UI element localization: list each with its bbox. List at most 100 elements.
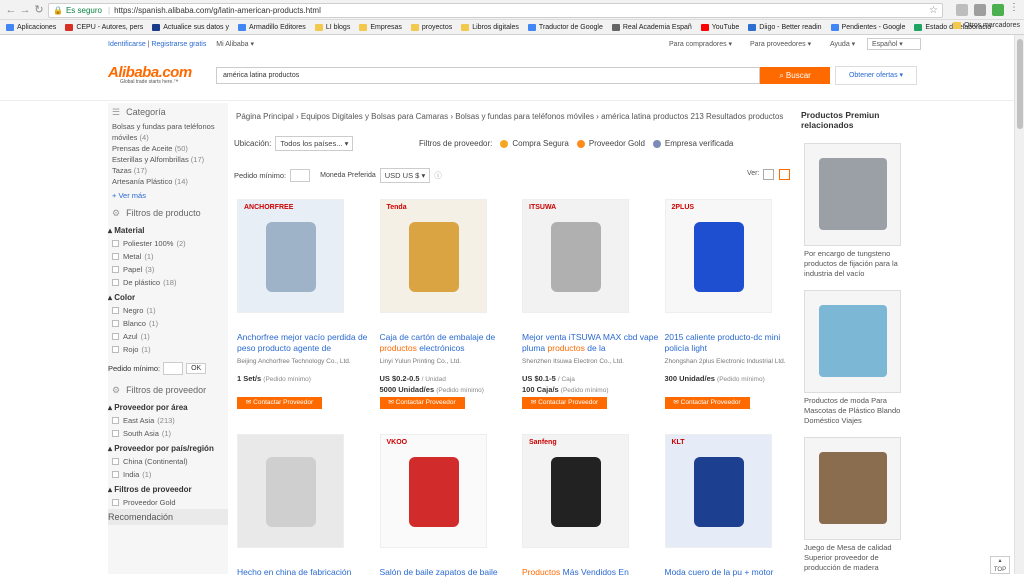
product-card[interactable]: Tenda Caja de cartón de embalaje de produ…	[379, 199, 522, 409]
category-link[interactable]: Prensas de Aceite (50)	[108, 143, 228, 154]
filter-option[interactable]: East Asia (213)	[108, 414, 228, 427]
product-card[interactable]: KLT Moda cuero de la pu + motor	[664, 434, 807, 577]
bookmark-item[interactable]: Actualice sus datos y	[152, 23, 229, 31]
product-image[interactable]: Tenda	[379, 199, 487, 313]
product-card[interactable]: ANCHORFREE Anchorfree mejor vacío perdida…	[237, 199, 379, 409]
verified-filter[interactable]: Empresa verificada	[652, 139, 733, 148]
filter-option[interactable]: De plástico (18)	[108, 276, 228, 289]
min-order-input[interactable]	[290, 169, 311, 182]
product-image[interactable]: Sanfeng	[522, 434, 629, 548]
category-link[interactable]: Esterillas y Alfombrillas (17)	[108, 154, 228, 165]
see-more-link[interactable]: + Ver más	[108, 187, 228, 204]
product-image[interactable]: KLT	[664, 434, 772, 548]
category-link[interactable]: Tazas (17)	[108, 165, 228, 176]
bookmark-item[interactable]: Real Academia Españ	[611, 23, 692, 31]
bookmark-item[interactable]: Libros digitales	[461, 23, 519, 31]
location-select[interactable]: Todos los países... ▾	[275, 136, 354, 151]
product-image[interactable]: ANCHORFREE	[237, 199, 344, 313]
product-image[interactable]: 2PLUS	[664, 199, 772, 313]
bookmark-item[interactable]: Traductor de Google	[527, 23, 603, 31]
min-order-ok-button[interactable]: OK	[186, 363, 207, 374]
bookmark-item[interactable]: Diigo - Better readin	[748, 23, 822, 31]
extension-icon[interactable]	[992, 4, 1004, 16]
premium-product-image[interactable]	[804, 143, 901, 246]
product-title-link[interactable]: Salón de baile zapatos de baile	[380, 567, 520, 578]
bookmark-item[interactable]: Armadillo Editores	[238, 23, 306, 31]
min-order-input[interactable]	[163, 362, 184, 375]
menu-icon[interactable]: ⋮	[1009, 2, 1019, 14]
url-field[interactable]: 🔒 Es seguro | https://spanish.alibaba.co…	[48, 3, 943, 18]
product-card[interactable]: Hecho en china de fabricación	[237, 434, 379, 577]
filter-option[interactable]: Papel (3)	[108, 263, 228, 276]
forward-icon[interactable]: →	[18, 4, 32, 16]
extension-icon[interactable]	[956, 4, 968, 16]
premium-product-card[interactable]: Productos de moda Para Mascotas de Plást…	[804, 290, 901, 426]
reload-icon[interactable]: ↻	[32, 3, 46, 16]
filter-option[interactable]: China (Continental)	[108, 455, 228, 468]
filter-option[interactable]: Metal (1)	[108, 250, 228, 263]
bookmark-item[interactable]: LI blogs	[314, 23, 350, 31]
bookmark-item[interactable]: Pendientes - Google	[830, 23, 905, 31]
gold-supplier-filter[interactable]: Proveedor Gold	[576, 139, 645, 148]
category-link[interactable]: Bolsas y fundas para teléfonos móviles (…	[108, 121, 228, 143]
get-offers-button[interactable]: Obtener ofertas ▾	[835, 66, 917, 85]
help-menu[interactable]: Ayuda ▾	[830, 40, 855, 48]
scrollbar[interactable]	[1014, 35, 1024, 574]
category-link[interactable]: Artesanía Plástico (14)	[108, 176, 228, 187]
product-title-link[interactable]: Hecho en china de fabricación	[237, 567, 377, 578]
product-card[interactable]: Sanfeng Productos Más Vendidos En	[522, 434, 664, 577]
product-title-link[interactable]: Moda cuero de la pu + motor	[665, 567, 805, 578]
other-bookmarks[interactable]: Otros marcadores	[952, 22, 1020, 29]
filter-option[interactable]: Rojo (1)	[108, 343, 228, 356]
bookmark-item[interactable]: YouTube	[700, 23, 739, 31]
premium-product-image[interactable]	[804, 290, 901, 393]
gold-supplier-option[interactable]: Proveedor Gold	[108, 496, 228, 509]
language-select[interactable]: Español ▾	[867, 38, 921, 50]
contact-supplier-button[interactable]: ✉ Contactar Proveedor	[664, 397, 750, 409]
premium-product-card[interactable]: Juego de Mesa de calidad Superior provee…	[804, 437, 901, 573]
list-view-icon[interactable]	[763, 169, 774, 180]
suppliers-menu[interactable]: Para proveedores ▾	[750, 40, 811, 48]
filter-option[interactable]: Blanco (1)	[108, 317, 228, 330]
extension-icon[interactable]	[974, 4, 986, 16]
premium-product-title[interactable]: Por encargo de tungsteno productos de fi…	[804, 249, 901, 279]
product-image[interactable]	[237, 434, 344, 548]
filter-option[interactable]: South Asia (1)	[108, 427, 228, 440]
bookmark-star-icon[interactable]: ☆	[929, 5, 938, 16]
contact-supplier-button[interactable]: ✉ Contactar Proveedor	[379, 397, 465, 409]
register-link[interactable]: Registrarse gratis	[151, 41, 206, 48]
my-alibaba-menu[interactable]: Mi Alibaba ▾	[216, 41, 254, 48]
back-to-top-button[interactable]: ▴ TOP	[990, 556, 1010, 574]
filter-option[interactable]: Poliester 100% (2)	[108, 237, 228, 250]
product-title-link[interactable]: Caja de cartón de embalaje de productos …	[380, 332, 520, 354]
premium-product-image[interactable]	[804, 437, 901, 540]
product-title-link[interactable]: Anchorfree mejor vacío perdida de peso p…	[237, 332, 377, 354]
supplier-name[interactable]: Shenzhen Itsuwa Electron Co., Ltd.	[522, 358, 624, 365]
currency-select[interactable]: USD US $ ▾	[379, 168, 431, 183]
grid-view-icon[interactable]	[779, 169, 790, 180]
search-button[interactable]: ⌕ Buscar	[760, 67, 830, 84]
premium-product-card[interactable]: Por encargo de tungsteno productos de fi…	[804, 143, 901, 279]
filter-option[interactable]: Azul (1)	[108, 330, 228, 343]
product-title-link[interactable]: 2015 caliente producto-dc mini policía l…	[665, 332, 805, 354]
info-icon[interactable]: ⓘ	[434, 170, 442, 181]
supplier-name[interactable]: Zhongshan 2plus Electronic Industrial Lt…	[665, 358, 786, 365]
product-image[interactable]: ITSUWA	[522, 199, 629, 313]
product-card[interactable]: ITSUWA Mejor venta iTSUWA MAX cbd vape pl…	[522, 199, 664, 409]
bookmark-item[interactable]: CEPU - Autores, pers	[65, 23, 143, 31]
contact-supplier-button[interactable]: ✉ Contactar Proveedor	[522, 397, 607, 409]
product-card[interactable]: 2PLUS 2015 caliente producto-dc mini poli…	[664, 199, 807, 409]
signin-link[interactable]: Identificarse	[108, 41, 146, 48]
bookmark-item[interactable]: Aplicaciones	[6, 23, 56, 31]
secure-trade-filter[interactable]: Compra Segura	[500, 139, 569, 148]
premium-product-title[interactable]: Productos de moda Para Mascotas de Plást…	[804, 396, 901, 426]
premium-product-title[interactable]: Juego de Mesa de calidad Superior provee…	[804, 543, 901, 573]
contact-supplier-button[interactable]: ✉ Contactar Proveedor	[237, 397, 322, 409]
search-input[interactable]: américa latina productos	[216, 67, 760, 84]
supplier-name[interactable]: Beijing Anchorfree Technology Co., Ltd.	[237, 358, 351, 365]
filter-option[interactable]: Negro (1)	[108, 304, 228, 317]
buyers-menu[interactable]: Para compradores ▾	[669, 40, 732, 48]
bookmark-item[interactable]: proyectos	[410, 23, 452, 31]
product-image[interactable]: VKOO	[379, 434, 487, 548]
supplier-name[interactable]: Linyi Yulun Printing Co., Ltd.	[380, 358, 462, 365]
